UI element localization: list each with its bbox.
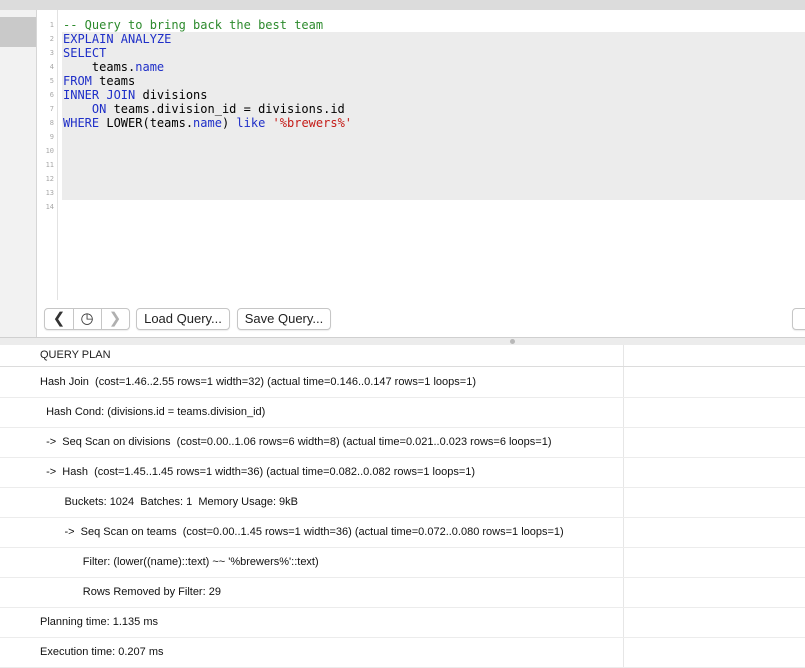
line-number: 11 bbox=[45, 161, 54, 169]
drag-handle-icon[interactable] bbox=[510, 339, 515, 344]
line-number: 9 bbox=[49, 133, 54, 141]
cell-text: Rows Removed by Filter: 29 bbox=[40, 586, 221, 598]
cell-text: Hash Cond: (divisions.id = teams.divisio… bbox=[40, 406, 266, 418]
code-area[interactable]: -- Query to bring back the best team EXP… bbox=[63, 18, 352, 130]
code-line-7: ON teams.division_id = divisions.id bbox=[63, 102, 352, 116]
line-number: 1 bbox=[49, 21, 54, 29]
line-number: 2 bbox=[49, 35, 54, 43]
code-text: LOWER(teams. bbox=[99, 116, 194, 130]
code-line-3: SELECT bbox=[63, 46, 352, 60]
table-row[interactable]: Buckets: 1024 Batches: 1 Memory Usage: 9… bbox=[0, 487, 805, 518]
table-row[interactable]: Hash Join (cost=1.46..2.55 rows=1 width=… bbox=[0, 367, 805, 398]
sidebar-selected-item[interactable] bbox=[0, 17, 36, 47]
load-query-button[interactable]: Load Query... bbox=[136, 308, 230, 330]
editor-toolbar: ❮ ◷ ❯ Load Query... Save Query... bbox=[37, 300, 805, 337]
code-text: ) bbox=[221, 116, 237, 130]
history-button[interactable]: ◷ bbox=[73, 309, 102, 329]
code-line-6: INNER JOIN divisions bbox=[63, 88, 352, 102]
results-grid: QUERY PLAN Hash Join (cost=1.46..2.55 ro… bbox=[0, 345, 805, 668]
table-row[interactable]: -> Seq Scan on divisions (cost=0.00..1.0… bbox=[0, 427, 805, 458]
forward-button[interactable]: ❯ bbox=[101, 309, 129, 329]
keyword: WHERE bbox=[63, 116, 100, 130]
keyword: EXPLAIN ANALYZE bbox=[63, 32, 172, 46]
code-line-1: -- Query to bring back the best team bbox=[63, 18, 352, 32]
code-line-5: FROM teams bbox=[63, 74, 352, 88]
cell-text: -> Hash (cost=1.45..1.45 rows=1 width=36… bbox=[40, 466, 476, 478]
cell-text: Buckets: 1024 Batches: 1 Memory Usage: 9… bbox=[40, 496, 299, 508]
line-number: 3 bbox=[49, 49, 54, 57]
sql-editor[interactable]: 1 2 3 4 5 6 7 8 9 10 11 12 13 14 -- Quer… bbox=[37, 10, 805, 300]
table-row[interactable]: Hash Cond: (divisions.id = teams.divisio… bbox=[0, 397, 805, 428]
overflow-button[interactable] bbox=[792, 308, 805, 330]
table-row[interactable]: Execution time: 0.207 ms bbox=[0, 637, 805, 668]
cell-text: Hash Join (cost=1.46..2.55 rows=1 width=… bbox=[40, 376, 476, 388]
history-nav-group: ❮ ◷ ❯ bbox=[44, 308, 130, 330]
line-number: 13 bbox=[45, 189, 54, 197]
line-number: 5 bbox=[49, 77, 54, 85]
table-row[interactable]: Filter: (lower((name)::text) ~~ '%brewer… bbox=[0, 547, 805, 578]
line-number: 8 bbox=[49, 119, 54, 127]
line-number: 10 bbox=[45, 147, 54, 155]
back-button[interactable]: ❮ bbox=[45, 309, 74, 329]
code-text: teams bbox=[91, 74, 136, 88]
chevron-right-icon: ❯ bbox=[108, 310, 122, 327]
table-row[interactable]: Planning time: 1.135 ms bbox=[0, 607, 805, 638]
line-number: 6 bbox=[49, 91, 54, 99]
keyword: like bbox=[236, 116, 266, 130]
string-literal: '%brewers%' bbox=[272, 116, 353, 130]
keyword: name bbox=[193, 116, 222, 130]
keyword: INNER JOIN bbox=[63, 88, 136, 102]
keyword: ON bbox=[91, 102, 107, 116]
comment: -- Query to bring back the best team bbox=[63, 18, 324, 32]
code-text: divisions bbox=[135, 88, 208, 102]
save-query-button[interactable]: Save Query... bbox=[237, 308, 331, 330]
code-text: teams. bbox=[63, 60, 136, 74]
keyword: FROM bbox=[63, 74, 92, 88]
line-number-gutter: 1 2 3 4 5 6 7 8 9 10 11 12 13 14 bbox=[37, 18, 57, 214]
clock-icon: ◷ bbox=[80, 310, 94, 327]
line-number: 4 bbox=[49, 63, 54, 71]
line-number: 12 bbox=[45, 175, 54, 183]
table-row[interactable]: -> Seq Scan on teams (cost=0.00..1.45 ro… bbox=[0, 517, 805, 548]
code-text: teams.division_id = divisions.id bbox=[106, 102, 345, 116]
code-line-8: WHERE LOWER(teams.name) like '%brewers%' bbox=[63, 116, 352, 130]
sidebar-panel bbox=[0, 10, 37, 337]
column-header[interactable]: QUERY PLAN bbox=[0, 345, 805, 367]
cell-text: Execution time: 0.207 ms bbox=[40, 646, 164, 658]
cell-text: -> Seq Scan on divisions (cost=0.00..1.0… bbox=[40, 436, 552, 448]
chevron-left-icon: ❮ bbox=[52, 310, 66, 327]
table-row[interactable]: -> Hash (cost=1.45..1.45 rows=1 width=36… bbox=[0, 457, 805, 488]
line-number: 7 bbox=[49, 105, 54, 113]
code-line-4: teams.name bbox=[63, 60, 352, 74]
table-row[interactable]: Rows Removed by Filter: 29 bbox=[0, 577, 805, 608]
cell-text: -> Seq Scan on teams (cost=0.00..1.45 ro… bbox=[40, 526, 564, 538]
keyword: name bbox=[135, 60, 165, 74]
cell-text: Planning time: 1.135 ms bbox=[40, 616, 159, 628]
column-header-label: QUERY PLAN bbox=[40, 349, 111, 361]
gutter-divider bbox=[57, 10, 58, 300]
line-number: 14 bbox=[45, 203, 54, 211]
code-line-2: EXPLAIN ANALYZE bbox=[63, 32, 352, 46]
keyword: SELECT bbox=[63, 46, 107, 60]
cell-text: Filter: (lower((name)::text) ~~ '%brewer… bbox=[40, 556, 319, 568]
